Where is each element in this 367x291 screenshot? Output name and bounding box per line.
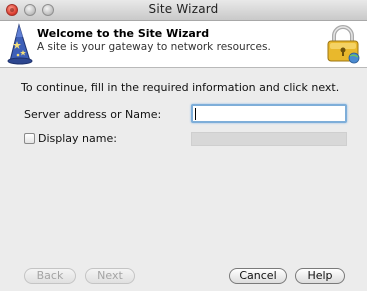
lock-icon <box>327 25 360 64</box>
back-button[interactable]: Back <box>24 268 76 284</box>
help-button[interactable]: Help <box>295 268 345 284</box>
text-caret <box>195 108 196 120</box>
server-address-label: Server address or Name: <box>24 108 162 121</box>
display-name-label[interactable]: Display name: <box>38 132 117 145</box>
instruction-text: To continue, fill in the required inform… <box>21 81 340 94</box>
display-name-checkbox[interactable] <box>24 133 35 144</box>
wizard-hat-icon <box>7 23 33 65</box>
window-title: Site Wizard <box>148 2 219 16</box>
next-button[interactable]: Next <box>85 268 135 284</box>
title-bar[interactable]: Site Wizard <box>0 0 367 21</box>
header-subtitle: A site is your gateway to network resour… <box>37 41 271 53</box>
cancel-button[interactable]: Cancel <box>229 268 287 284</box>
display-name-input <box>191 132 347 146</box>
wizard-header: Welcome to the Site Wizard A site is you… <box>0 21 367 68</box>
server-address-input[interactable] <box>191 104 347 123</box>
site-wizard-window: Site Wizard Welcome to the Site Wizard A… <box>0 0 367 291</box>
header-title: Welcome to the Site Wizard <box>37 27 210 40</box>
